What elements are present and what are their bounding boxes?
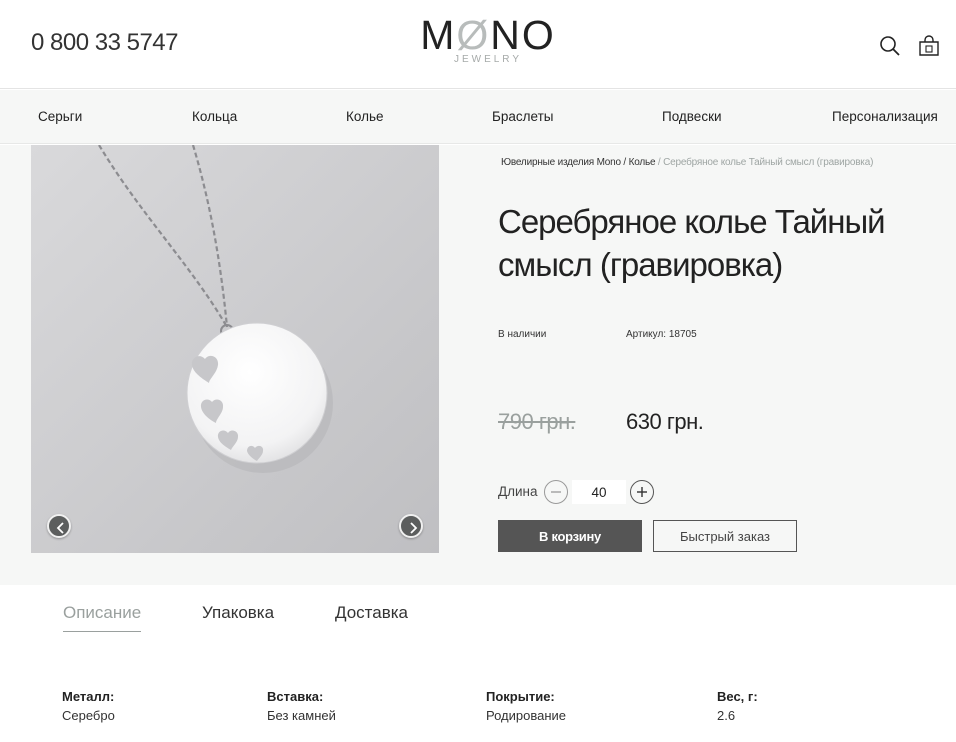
chevron-right-icon[interactable]: [399, 514, 423, 538]
old-price: 790 грн.: [498, 409, 576, 434]
nav-item-rings[interactable]: Кольца: [192, 109, 237, 124]
logo-wordmark: MØNO: [420, 12, 556, 58]
stock-status: В наличии: [498, 329, 547, 340]
spec-value-metal: Серебро: [62, 708, 115, 723]
site-logo[interactable]: MØNO JEWELRY: [418, 14, 558, 65]
phone-number[interactable]: 0 800 33 5747: [31, 29, 178, 57]
tab-packaging[interactable]: Упаковка: [202, 603, 274, 631]
length-increase-button[interactable]: [630, 480, 654, 504]
nav-item-pendants[interactable]: Подвески: [662, 109, 722, 124]
spec-label-insert: Вставка:: [267, 689, 324, 704]
main-nav: Серьги Кольца Колье Браслеты Подвески Пе…: [0, 90, 956, 144]
breadcrumb-category[interactable]: Колье: [629, 157, 656, 168]
nav-item-bracelets[interactable]: Браслеты: [492, 109, 553, 124]
spec-label-metal: Металл:: [62, 689, 115, 704]
breadcrumb-current: Серебряное колье Тайный смысл (гравировк…: [663, 157, 874, 168]
breadcrumb-separator: /: [655, 157, 664, 168]
nav-item-necklaces[interactable]: Колье: [346, 109, 384, 124]
current-price: 630 грн.: [626, 409, 704, 434]
length-input[interactable]: [572, 480, 626, 504]
tab-delivery[interactable]: Доставка: [335, 603, 408, 631]
spec-value-weight: 2.6: [717, 708, 736, 723]
quick-order-button[interactable]: Быстрый заказ: [653, 520, 797, 552]
nav-item-personalization[interactable]: Персонализация: [832, 109, 938, 124]
spec-value-insert: Без камней: [267, 708, 336, 723]
breadcrumb-separator: /: [620, 157, 629, 168]
spec-label-coating: Покрытие:: [486, 689, 555, 704]
product-image[interactable]: [31, 145, 439, 553]
spec-label-weight: Вес, г:: [717, 689, 758, 704]
breadcrumb-home[interactable]: Ювелирные изделия Mono: [501, 157, 621, 168]
spec-value-coating: Родирование: [486, 708, 567, 723]
product-sku: Артикул: 18705: [626, 329, 697, 340]
site-header: 0 800 33 5747 MØNO JEWELRY: [0, 0, 956, 89]
search-icon[interactable]: [878, 34, 902, 58]
nav-item-earrings[interactable]: Серьги: [38, 109, 82, 124]
length-decrease-button[interactable]: [544, 480, 568, 504]
length-label: Длина: [498, 484, 538, 499]
shopping-bag-icon[interactable]: [917, 34, 941, 58]
minus-icon: [551, 491, 561, 493]
chevron-left-icon[interactable]: [47, 514, 71, 538]
add-to-cart-button[interactable]: В корзину: [498, 520, 642, 552]
breadcrumb: Ювелирные изделия Mono / Колье / Серебря…: [501, 157, 873, 168]
product-title: Серебряное колье Тайный смысл (гравировк…: [498, 203, 886, 283]
plus-icon: [637, 487, 647, 497]
tab-description[interactable]: Описание: [63, 603, 142, 632]
